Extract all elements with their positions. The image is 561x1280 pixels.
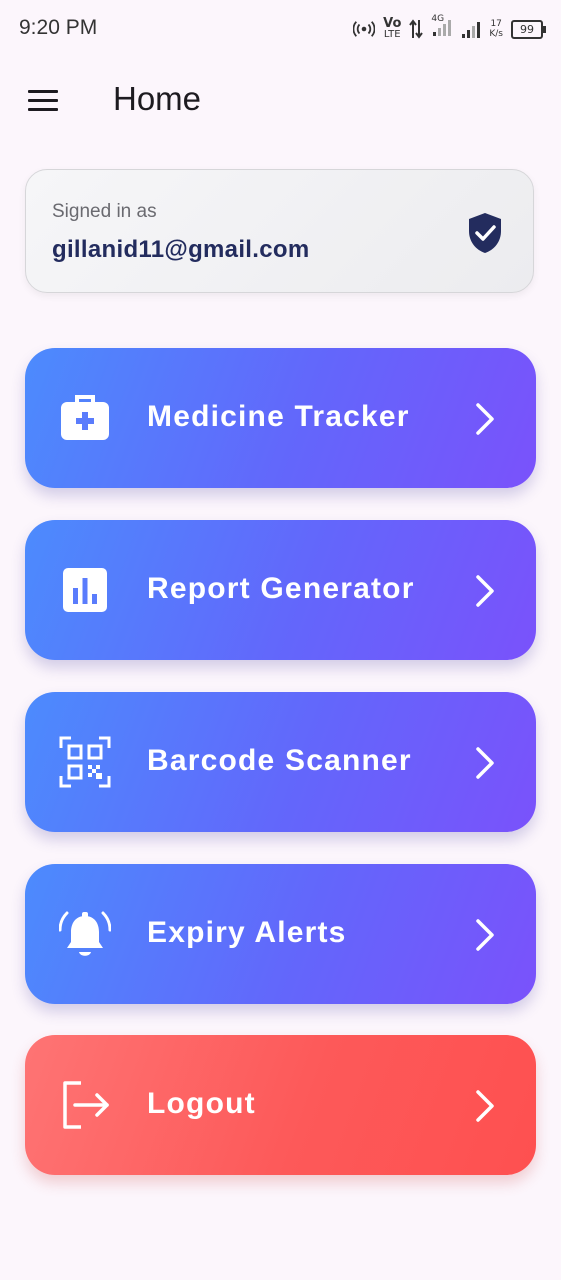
chevron-right-icon — [476, 403, 494, 435]
signal-bars-2-icon — [462, 22, 481, 38]
logout-icon — [63, 1081, 109, 1129]
status-time: 9:20 PM — [19, 16, 98, 39]
menu-item-label: Medicine Tracker — [147, 400, 410, 433]
page-title: Home — [113, 80, 202, 117]
chevron-right-icon — [476, 747, 494, 779]
menu-item-label: Logout — [147, 1087, 256, 1120]
app-bar: Home — [0, 58, 561, 142]
battery-icon: 99 — [511, 19, 546, 39]
signal-4g: 4G — [431, 14, 453, 41]
menu-button[interactable] — [20, 78, 66, 124]
status-bar: 9:20 PM Vo LTE 4G 17 K/s 99 — [0, 0, 561, 58]
medicine-tracker-button[interactable]: Medicine Tracker — [25, 348, 536, 488]
menu-item-label: Barcode Scanner — [147, 744, 412, 777]
account-card: Signed in as gillanid11@gmail.com — [25, 169, 534, 293]
expiry-alerts-button[interactable]: Expiry Alerts — [25, 864, 536, 1004]
hamburger-menu-icon — [28, 90, 58, 111]
volte-indicator: Vo LTE — [383, 16, 402, 40]
signed-in-label: Signed in as — [52, 201, 157, 222]
qr-scan-icon — [59, 736, 111, 788]
alarm-bell-icon — [59, 911, 111, 956]
report-generator-button[interactable]: Report Generator — [25, 520, 536, 660]
barcode-scanner-button[interactable]: Barcode Scanner — [25, 692, 536, 832]
data-transfer-icon — [409, 19, 424, 39]
verified-shield-icon — [469, 213, 501, 253]
menu-item-label: Report Generator — [147, 572, 415, 605]
status-icons: Vo LTE 4G 17 K/s 99 — [353, 14, 546, 44]
network-speed: 17 K/s — [489, 19, 503, 39]
menu-item-label: Expiry Alerts — [147, 916, 347, 949]
chevron-right-icon — [476, 575, 494, 607]
bar-chart-icon — [63, 568, 107, 612]
hotspot-icon — [353, 21, 376, 37]
logout-button[interactable]: Logout — [25, 1035, 536, 1175]
chevron-right-icon — [476, 919, 494, 951]
chevron-right-icon — [476, 1090, 494, 1122]
medical-bag-icon — [61, 395, 109, 440]
account-email: gillanid11@gmail.com — [52, 236, 310, 263]
